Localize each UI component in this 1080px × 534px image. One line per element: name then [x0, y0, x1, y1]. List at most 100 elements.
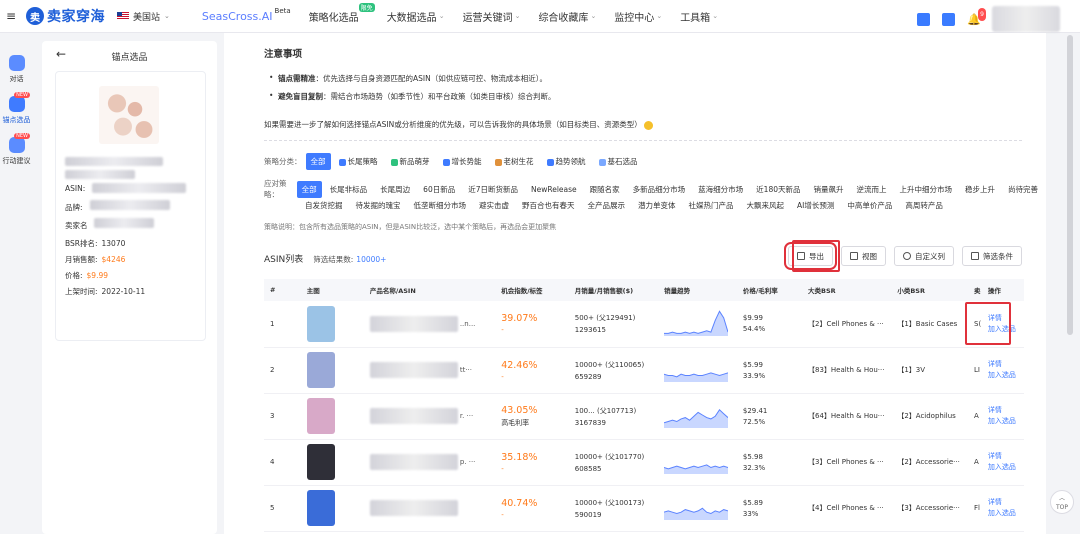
table-row[interactable]: 5 40.74% -10000+ (父100173) 590019 $5.89 33% 【4… [264, 485, 1024, 532]
strategy-chip[interactable]: 上升中细分市场 [895, 181, 958, 198]
product-image [99, 86, 159, 144]
left-nav-anchor[interactable]: NEW 锚点选品 [0, 92, 33, 125]
strategy-chip[interactable]: 长尾非标品 [325, 181, 373, 198]
filter-button[interactable]: 筛选条件 [962, 246, 1022, 266]
product-thumb[interactable] [300, 393, 364, 440]
bar-chart-icon [546, 158, 554, 166]
strategy-chip[interactable]: 潜力单变体 [633, 197, 681, 214]
nav-big-data[interactable]: 大数据选品 ⌄ [387, 9, 445, 24]
strategy-chip[interactable]: 全部 [296, 180, 322, 198]
scrollbar[interactable] [1062, 33, 1080, 534]
category-chip-growth[interactable]: 增长势能 [438, 153, 487, 170]
strategy-chip[interactable]: 销量飙升 [809, 181, 849, 198]
strategy-chip[interactable]: 社媒热门产品 [684, 197, 739, 214]
strategy-chip[interactable]: 高周转产品 [900, 197, 948, 214]
row-index: 2 [264, 347, 301, 394]
strategy-chip[interactable]: 全产品展示 [583, 197, 631, 214]
strategy-chip[interactable]: AI增长预测 [792, 197, 839, 214]
opportunity-cell: 43.05% 高毛利率 [495, 393, 569, 440]
back-to-top-button[interactable]: ︿ TOP [1050, 490, 1074, 514]
table-row[interactable]: 3 r. ··· 43.05% 高毛利率 100... (父107713) 3167839… [264, 393, 1024, 440]
add-selection-link[interactable]: 加入选品 [988, 462, 1024, 473]
strategy-chip[interactable]: 多新品细分市场 [628, 181, 691, 198]
strategy-chip[interactable]: 长尾周边 [375, 181, 415, 198]
left-nav-chat[interactable]: 对话 [0, 55, 33, 84]
strategy-chip[interactable]: 近7日断货新品 [463, 181, 523, 198]
strategy-chip[interactable]: 中高单价产品 [842, 197, 897, 214]
table-row[interactable]: 2 tt··· 42.46% -10000+ (父110065) 659289 $5.99… [264, 347, 1024, 394]
view-button[interactable]: 视图 [841, 246, 886, 266]
category-chip-longtail[interactable]: 长尾策略 [334, 153, 383, 170]
detail-link[interactable]: 详情 [988, 497, 1024, 508]
nav-seascross[interactable]: SeasCross.AI Beta [202, 7, 291, 23]
anchor-panel: ← 锚点选品 ASIN: 品牌: 卖家名 BSR排名: 13070 月销售额: $4… [42, 41, 217, 534]
bsr-cell: 【3】Cell Phones & ··· [802, 439, 892, 486]
table-row[interactable]: 1 ..n... 39.07% -500+ (父129491) 1293615 $9.99… [264, 301, 1024, 348]
chevron-down-icon: ⌄ [164, 12, 170, 20]
nav-favorites[interactable]: 综合收藏库 ⌄ [538, 9, 596, 24]
product-thumb[interactable] [300, 347, 364, 394]
nav-monitor[interactable]: 监控中心 ⌄ [614, 9, 662, 24]
strategy-chip[interactable]: 待发掘的瑰宝 [351, 197, 406, 214]
add-selection-link[interactable]: 加入选品 [988, 370, 1024, 381]
product-name[interactable]: tt··· [363, 347, 496, 394]
strategy-chip[interactable]: 避实击虚 [474, 197, 514, 214]
strategy-chip[interactable]: 尚待完善 [1003, 181, 1043, 198]
product-thumb[interactable] [300, 439, 364, 486]
asin-list-header: ASIN列表 筛选结果数: 10000+ [264, 252, 386, 265]
strategy-chip[interactable]: 60日新品 [418, 181, 460, 198]
category-chip-cornerstone[interactable]: 基石选品 [594, 153, 643, 170]
strategy-chip[interactable]: 低垄断细分市场 [409, 197, 472, 214]
strategy-chip[interactable]: 大飘来风起 [742, 197, 790, 214]
strategy-chip[interactable]: 自发货挖掘 [300, 197, 348, 214]
product-name[interactable]: p. ··· [363, 439, 496, 486]
col-name: 产品名称/ASIN [363, 279, 496, 301]
strategy-chip[interactable]: 近180天新品 [751, 181, 805, 198]
detail-link[interactable]: 详情 [988, 405, 1024, 416]
category-chip-newbud[interactable]: 新品萌芽 [386, 153, 435, 170]
product-name[interactable]: ..n... [363, 301, 496, 348]
top-bar: ≡ 卖 卖家穿海 美国站 ⌄ SeasCross.AI Beta 策略化选品 限免 … [0, 0, 1080, 33]
product-thumb[interactable] [300, 301, 364, 348]
bell-icon[interactable]: 🔔 9 [967, 7, 986, 26]
detail-link[interactable]: 详情 [988, 359, 1024, 370]
strategy-chip[interactable]: 稳步上升 [960, 181, 1000, 198]
category-chip-all[interactable]: 全部 [305, 153, 331, 170]
chevron-down-icon: ⌄ [712, 12, 719, 20]
product-name[interactable] [363, 485, 496, 532]
strategy-chip[interactable]: NewRelease [526, 182, 582, 197]
nav-keywords[interactable]: 运营关键词 ⌄ [463, 9, 521, 24]
add-selection-link[interactable]: 加入选品 [988, 508, 1024, 519]
category-chip-trend[interactable]: 趋势领航 [542, 153, 591, 170]
col-sub-bsr[interactable]: 小类BSR [891, 279, 969, 301]
product-thumb[interactable] [300, 485, 364, 532]
left-nav-action[interactable]: NEW 行动建议 [0, 133, 33, 166]
sales-cell: 500+ (父129491) 1293615 [568, 301, 659, 348]
col-sales[interactable]: 月销量/月销售额($) [568, 279, 659, 301]
strategy-chip[interactable]: 蓝海细分市场 [693, 181, 748, 198]
user-avatar[interactable] [992, 6, 1060, 32]
strategy-chip[interactable]: 野百合也有春天 [517, 197, 580, 214]
region-select[interactable]: 美国站 ⌄ [117, 10, 170, 23]
category-chip-oldtree[interactable]: 老树生花 [490, 153, 539, 170]
detail-link[interactable]: 详情 [988, 451, 1024, 462]
seller-cell: Fl [968, 485, 982, 532]
product-name[interactable]: r. ··· [363, 393, 496, 440]
custom-columns-button[interactable]: 自定义列 [894, 246, 954, 266]
sub-bsr-cell: 【3】Accessorie··· [891, 485, 969, 532]
col-price[interactable]: 价格/毛利率 [736, 279, 803, 301]
strategy-chip[interactable]: 逆流而上 [852, 181, 892, 198]
strategy-chip[interactable]: 跟随名家 [585, 181, 625, 198]
logo[interactable]: 卖 卖家穿海 [26, 6, 105, 26]
message-icon[interactable] [942, 12, 955, 26]
nav-strategy-selection[interactable]: 策略化选品 限免 [309, 2, 375, 24]
table-row[interactable]: 4 p. ··· 35.18% -10000+ (父101770) 608585 $5.9… [264, 439, 1024, 486]
scroll-thumb[interactable] [1067, 35, 1073, 335]
col-opportunity[interactable]: 机会指数/标签 [495, 279, 569, 301]
add-selection-link[interactable]: 加入选品 [988, 416, 1024, 427]
document-icon[interactable] [917, 12, 930, 26]
col-bsr[interactable]: 大类BSR [802, 279, 892, 301]
chevron-down-icon: ⌄ [656, 12, 663, 20]
nav-toolbox[interactable]: 工具箱 ⌄ [680, 9, 718, 24]
menu-icon[interactable]: ≡ [0, 9, 22, 23]
